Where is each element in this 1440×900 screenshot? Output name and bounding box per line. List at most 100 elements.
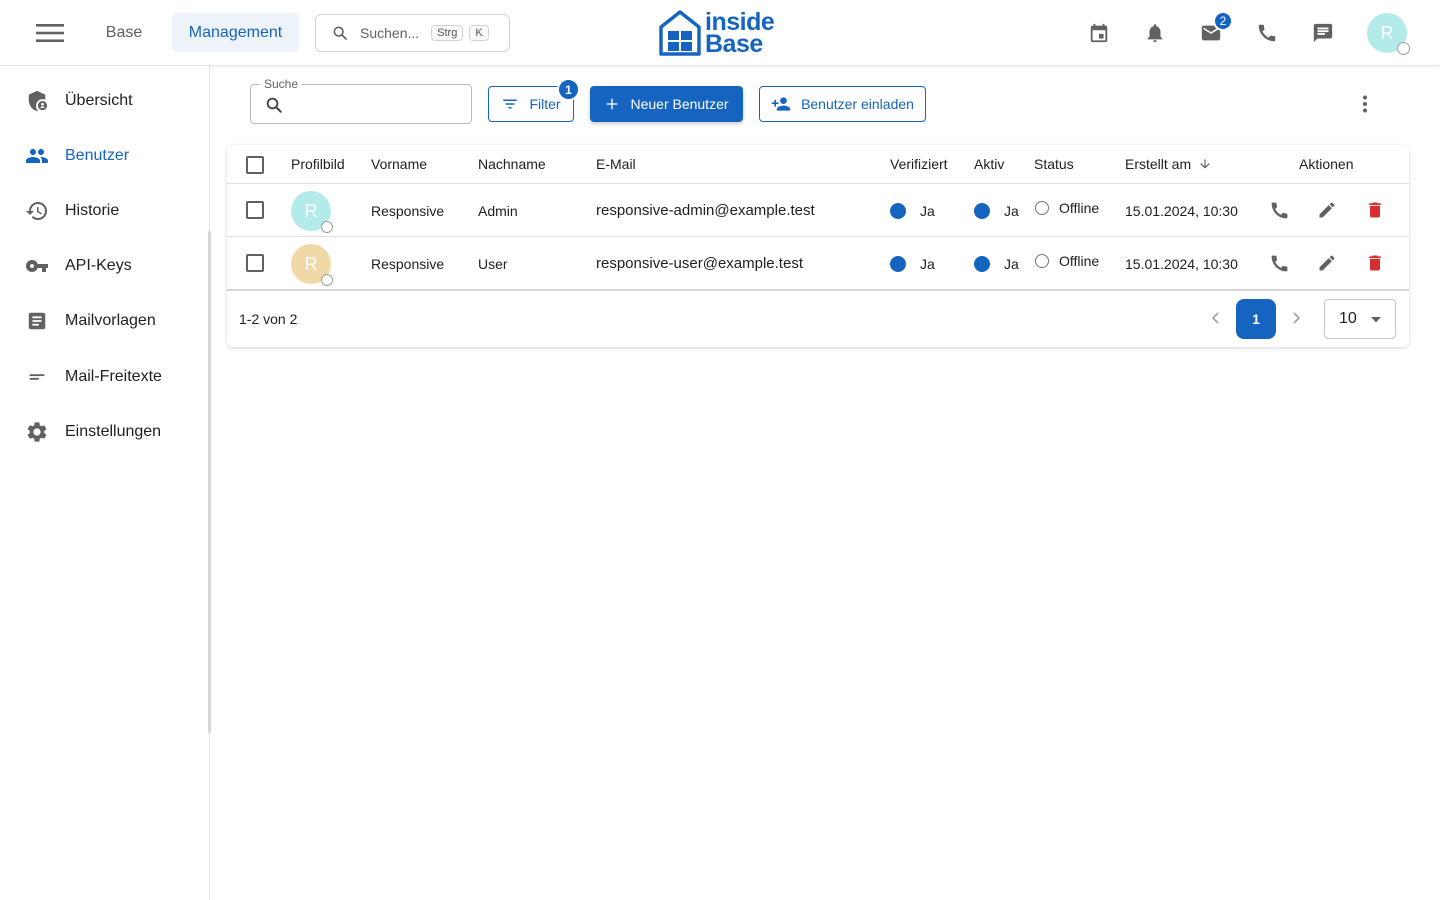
page-size-value: 10	[1339, 310, 1357, 327]
column-header-profile: Profilbild	[291, 156, 345, 172]
mail-icon[interactable]: 2	[1195, 11, 1233, 49]
menu-icon[interactable]	[30, 17, 70, 49]
history-icon	[25, 199, 49, 223]
call-user-button[interactable]	[1267, 198, 1291, 222]
table-row[interactable]: R Responsive User responsive-user@exampl…	[227, 237, 1409, 290]
status-value: Offline	[1059, 252, 1100, 269]
cell-firstname: Responsive	[371, 202, 445, 219]
column-header-created[interactable]: Erstellt am	[1125, 145, 1212, 183]
tab-management[interactable]: Management	[172, 13, 299, 52]
search-icon	[332, 25, 348, 41]
user-search-input[interactable]: Suche	[250, 77, 472, 124]
sidebar-item-einstellungen[interactable]: Einstellungen	[0, 410, 208, 454]
call-user-button[interactable]	[1267, 251, 1291, 275]
new-user-label: Neuer Benutzer	[630, 96, 729, 112]
status-value: Offline	[1059, 199, 1100, 216]
sidebar-item-benutzer[interactable]: Benutzer	[0, 134, 208, 178]
select-all-checkbox[interactable]	[246, 156, 264, 174]
active-value: Ja	[1004, 255, 1019, 272]
phone-icon	[1269, 200, 1290, 221]
sidebar-item-mailvorlagen[interactable]: Mailvorlagen	[0, 299, 208, 343]
active-value: Ja	[1004, 202, 1019, 219]
delete-user-button[interactable]	[1363, 251, 1387, 275]
logo[interactable]: inside Base	[659, 8, 789, 58]
tab-base[interactable]: Base	[95, 13, 153, 52]
verified-value: Ja	[920, 255, 935, 272]
sidebar-item-label: Historie	[65, 202, 120, 219]
verified-value: Ja	[920, 202, 935, 219]
sidebar: Übersicht Benutzer Historie API-Keys Mai…	[0, 66, 211, 900]
cell-verified: Ja	[890, 184, 935, 237]
delete-user-button[interactable]	[1363, 198, 1387, 222]
edit-user-button[interactable]	[1315, 198, 1339, 222]
plus-icon	[604, 96, 620, 112]
avatar: R	[291, 244, 333, 286]
cell-verified: Ja	[890, 237, 935, 290]
sidebar-scrollbar[interactable]	[208, 231, 211, 733]
page-button-current[interactable]: 1	[1236, 299, 1276, 339]
bell-icon[interactable]	[1139, 17, 1171, 49]
sidebar-item-uebersicht[interactable]: Übersicht	[0, 79, 208, 123]
row-checkbox[interactable]	[246, 201, 264, 219]
cell-lastname: User	[478, 255, 508, 272]
column-header-active[interactable]: Aktiv	[974, 145, 1004, 183]
cell-active: Ja	[974, 184, 1019, 237]
logo-text-line2: Base	[705, 30, 763, 58]
short-text-icon	[25, 365, 49, 389]
cell-status: Offline	[1035, 234, 1099, 287]
cell-status: Offline	[1035, 181, 1099, 234]
edit-user-button[interactable]	[1315, 251, 1339, 275]
house-logo-icon	[659, 10, 701, 56]
column-header-email[interactable]: E-Mail	[596, 145, 636, 183]
shortcut-modifier: Strg	[431, 25, 464, 41]
sidebar-item-historie[interactable]: Historie	[0, 189, 208, 233]
column-header-actions: Aktionen	[1299, 156, 1354, 172]
filter-icon	[501, 95, 519, 113]
arrow-down-icon	[1198, 157, 1212, 171]
filter-button[interactable]: Filter 1	[488, 78, 580, 122]
cell-active: Ja	[974, 237, 1019, 290]
offline-dot	[1035, 200, 1049, 215]
chevron-left-icon[interactable]	[1207, 309, 1225, 327]
trash-icon	[1365, 200, 1385, 220]
invite-user-button[interactable]: Benutzer einladen	[759, 86, 926, 122]
sidebar-item-label: Übersicht	[65, 92, 133, 109]
sidebar-item-api-keys[interactable]: API-Keys	[0, 244, 208, 288]
pencil-icon	[1317, 200, 1337, 220]
cell-firstname: Responsive	[371, 255, 445, 272]
mail-badge: 2	[1213, 11, 1233, 31]
cell-created: 15.01.2024, 10:30	[1125, 255, 1238, 272]
sidebar-item-label: Einstellungen	[65, 423, 162, 440]
gear-icon	[25, 420, 49, 444]
page-size-select[interactable]: 10	[1324, 299, 1396, 339]
offline-dot	[1035, 253, 1049, 268]
avatar-initial: R	[304, 253, 318, 274]
pencil-icon	[1317, 253, 1337, 273]
pagination-range: 1-2 von 2	[239, 311, 298, 327]
table-row[interactable]: R Responsive Admin responsive-admin@exam…	[227, 184, 1409, 237]
column-header-verified[interactable]: Verifiziert	[890, 145, 948, 183]
column-header-firstname[interactable]: Vorname	[371, 145, 427, 183]
avatar-status-dot	[321, 221, 333, 233]
key-icon	[25, 254, 49, 278]
sidebar-item-label: API-Keys	[65, 257, 132, 274]
column-header-created-label: Erstellt am	[1125, 156, 1192, 172]
new-user-button[interactable]: Neuer Benutzer	[590, 86, 743, 122]
row-checkbox[interactable]	[246, 254, 264, 272]
more-vert-icon[interactable]	[1353, 92, 1377, 116]
chat-icon[interactable]	[1307, 17, 1339, 49]
sidebar-item-mail-freitexte[interactable]: Mail-Freitexte	[0, 355, 208, 399]
top-bar: Base Management Suchen... Strg K inside …	[0, 0, 1440, 66]
cell-lastname: Admin	[478, 202, 518, 219]
calendar-icon[interactable]	[1083, 17, 1115, 49]
column-header-status[interactable]: Status	[1034, 145, 1074, 183]
column-header-lastname[interactable]: Nachname	[478, 145, 546, 183]
phone-icon[interactable]	[1251, 17, 1283, 49]
invite-user-label: Benutzer einladen	[801, 96, 914, 112]
global-search[interactable]: Suchen... Strg K	[315, 14, 510, 52]
sidebar-item-label: Mail-Freitexte	[65, 368, 162, 385]
user-avatar[interactable]: R	[1367, 13, 1410, 55]
chevron-right-icon[interactable]	[1287, 309, 1305, 327]
user-status-dot	[1397, 42, 1410, 55]
user-avatar-initial: R	[1380, 22, 1394, 43]
